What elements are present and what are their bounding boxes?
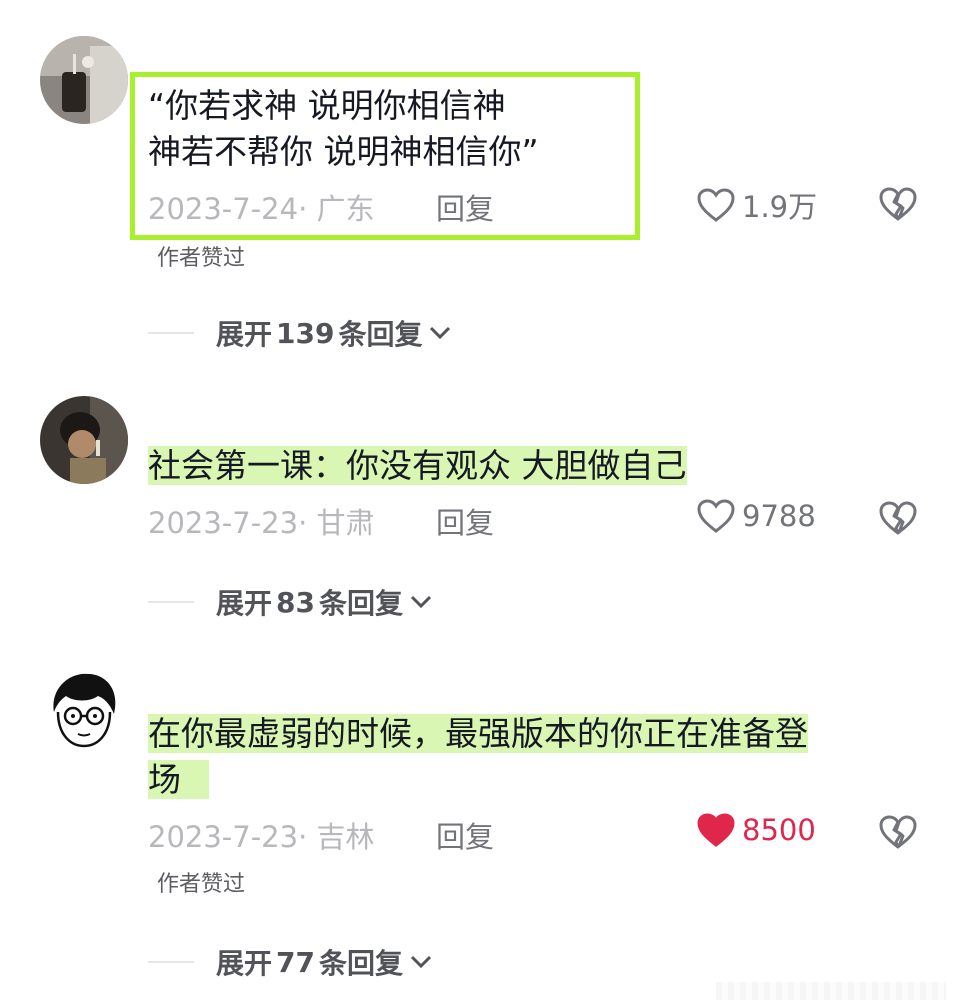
dislike-button[interactable]	[878, 186, 918, 226]
comment-text-line-1: 社会第一课：你没有观众 大胆做自己	[148, 444, 687, 488]
expand-prefix: 展开	[216, 318, 273, 351]
comment-meta: 2023-7-24· 广东	[148, 186, 375, 228]
author-liked-label: 作者赞过	[157, 246, 246, 271]
chevron-down-icon	[410, 955, 432, 969]
comment-meta: 2023-7-23· 甘肃	[148, 500, 375, 542]
expand-replies-button[interactable]: 展开 83 条回复	[148, 582, 433, 622]
divider-line	[148, 601, 194, 603]
reply-button[interactable]: 回复	[436, 186, 494, 228]
like-count: 9788	[742, 499, 816, 533]
expand-suffix: 条回复	[318, 947, 403, 980]
meta-separator: ·	[298, 192, 317, 226]
like-count: 1.9万	[742, 190, 818, 224]
chevron-down-icon	[410, 595, 432, 609]
broken-heart-icon	[879, 501, 917, 535]
like-button[interactable]: 8500	[696, 812, 816, 848]
comment-region: 吉林	[316, 820, 375, 854]
comment-text-line-2: 神若不帮你 说明神相信你”	[148, 132, 539, 171]
expand-prefix: 展开	[216, 947, 273, 980]
comment-date: 2023-7-24	[148, 192, 299, 226]
divider-line	[148, 961, 194, 963]
dislike-button[interactable]	[878, 814, 918, 854]
expand-suffix: 条回复	[318, 587, 403, 620]
comment-text-line-1: “你若求神 说明你相信神	[148, 86, 506, 125]
avatar[interactable]	[40, 36, 128, 124]
like-button[interactable]: 9788	[696, 498, 816, 534]
heart-filled-icon	[697, 813, 735, 847]
heart-outline-icon	[697, 188, 735, 222]
like-count: 8500	[742, 813, 816, 847]
divider-line	[148, 332, 194, 334]
avatar[interactable]	[40, 668, 128, 756]
reply-count: 83	[276, 585, 315, 619]
comment-text: 在你最虚弱的时候，最强版本的你正在准备登	[148, 714, 808, 753]
comment-region: 广东	[316, 192, 375, 226]
comment-text: 社会第一课：你没有观众 大胆做自己	[148, 446, 687, 485]
meta-separator: ·	[298, 820, 317, 854]
broken-heart-icon	[879, 815, 917, 849]
comment-date: 2023-7-23	[148, 506, 299, 540]
comment-region: 甘肃	[316, 506, 375, 540]
comment-text-continued: 场	[148, 760, 209, 799]
author-liked-label: 作者赞过	[157, 872, 246, 897]
expand-prefix: 展开	[216, 587, 273, 620]
comment-text-line-2: 场	[148, 758, 209, 802]
like-button[interactable]: 1.9万	[696, 184, 817, 226]
comment-text-line-1: 在你最虚弱的时候，最强版本的你正在准备登	[148, 712, 808, 756]
reply-count: 139	[276, 316, 335, 350]
reply-button[interactable]: 回复	[436, 500, 494, 542]
expand-replies-button[interactable]: 展开 139 条回复	[148, 313, 452, 353]
reply-count: 77	[276, 945, 315, 979]
reply-button[interactable]: 回复	[436, 814, 494, 856]
expand-suffix: 条回复	[338, 318, 423, 351]
comment-meta: 2023-7-23· 吉林	[148, 814, 375, 856]
chevron-down-icon	[430, 326, 451, 340]
heart-outline-icon	[697, 499, 735, 533]
watermark	[716, 982, 946, 1000]
broken-heart-icon	[879, 187, 917, 221]
dislike-button[interactable]	[878, 500, 918, 540]
avatar[interactable]	[40, 396, 128, 484]
meta-separator: ·	[298, 506, 317, 540]
comment-date: 2023-7-23	[148, 820, 299, 854]
expand-replies-button[interactable]: 展开 77 条回复	[148, 942, 433, 982]
